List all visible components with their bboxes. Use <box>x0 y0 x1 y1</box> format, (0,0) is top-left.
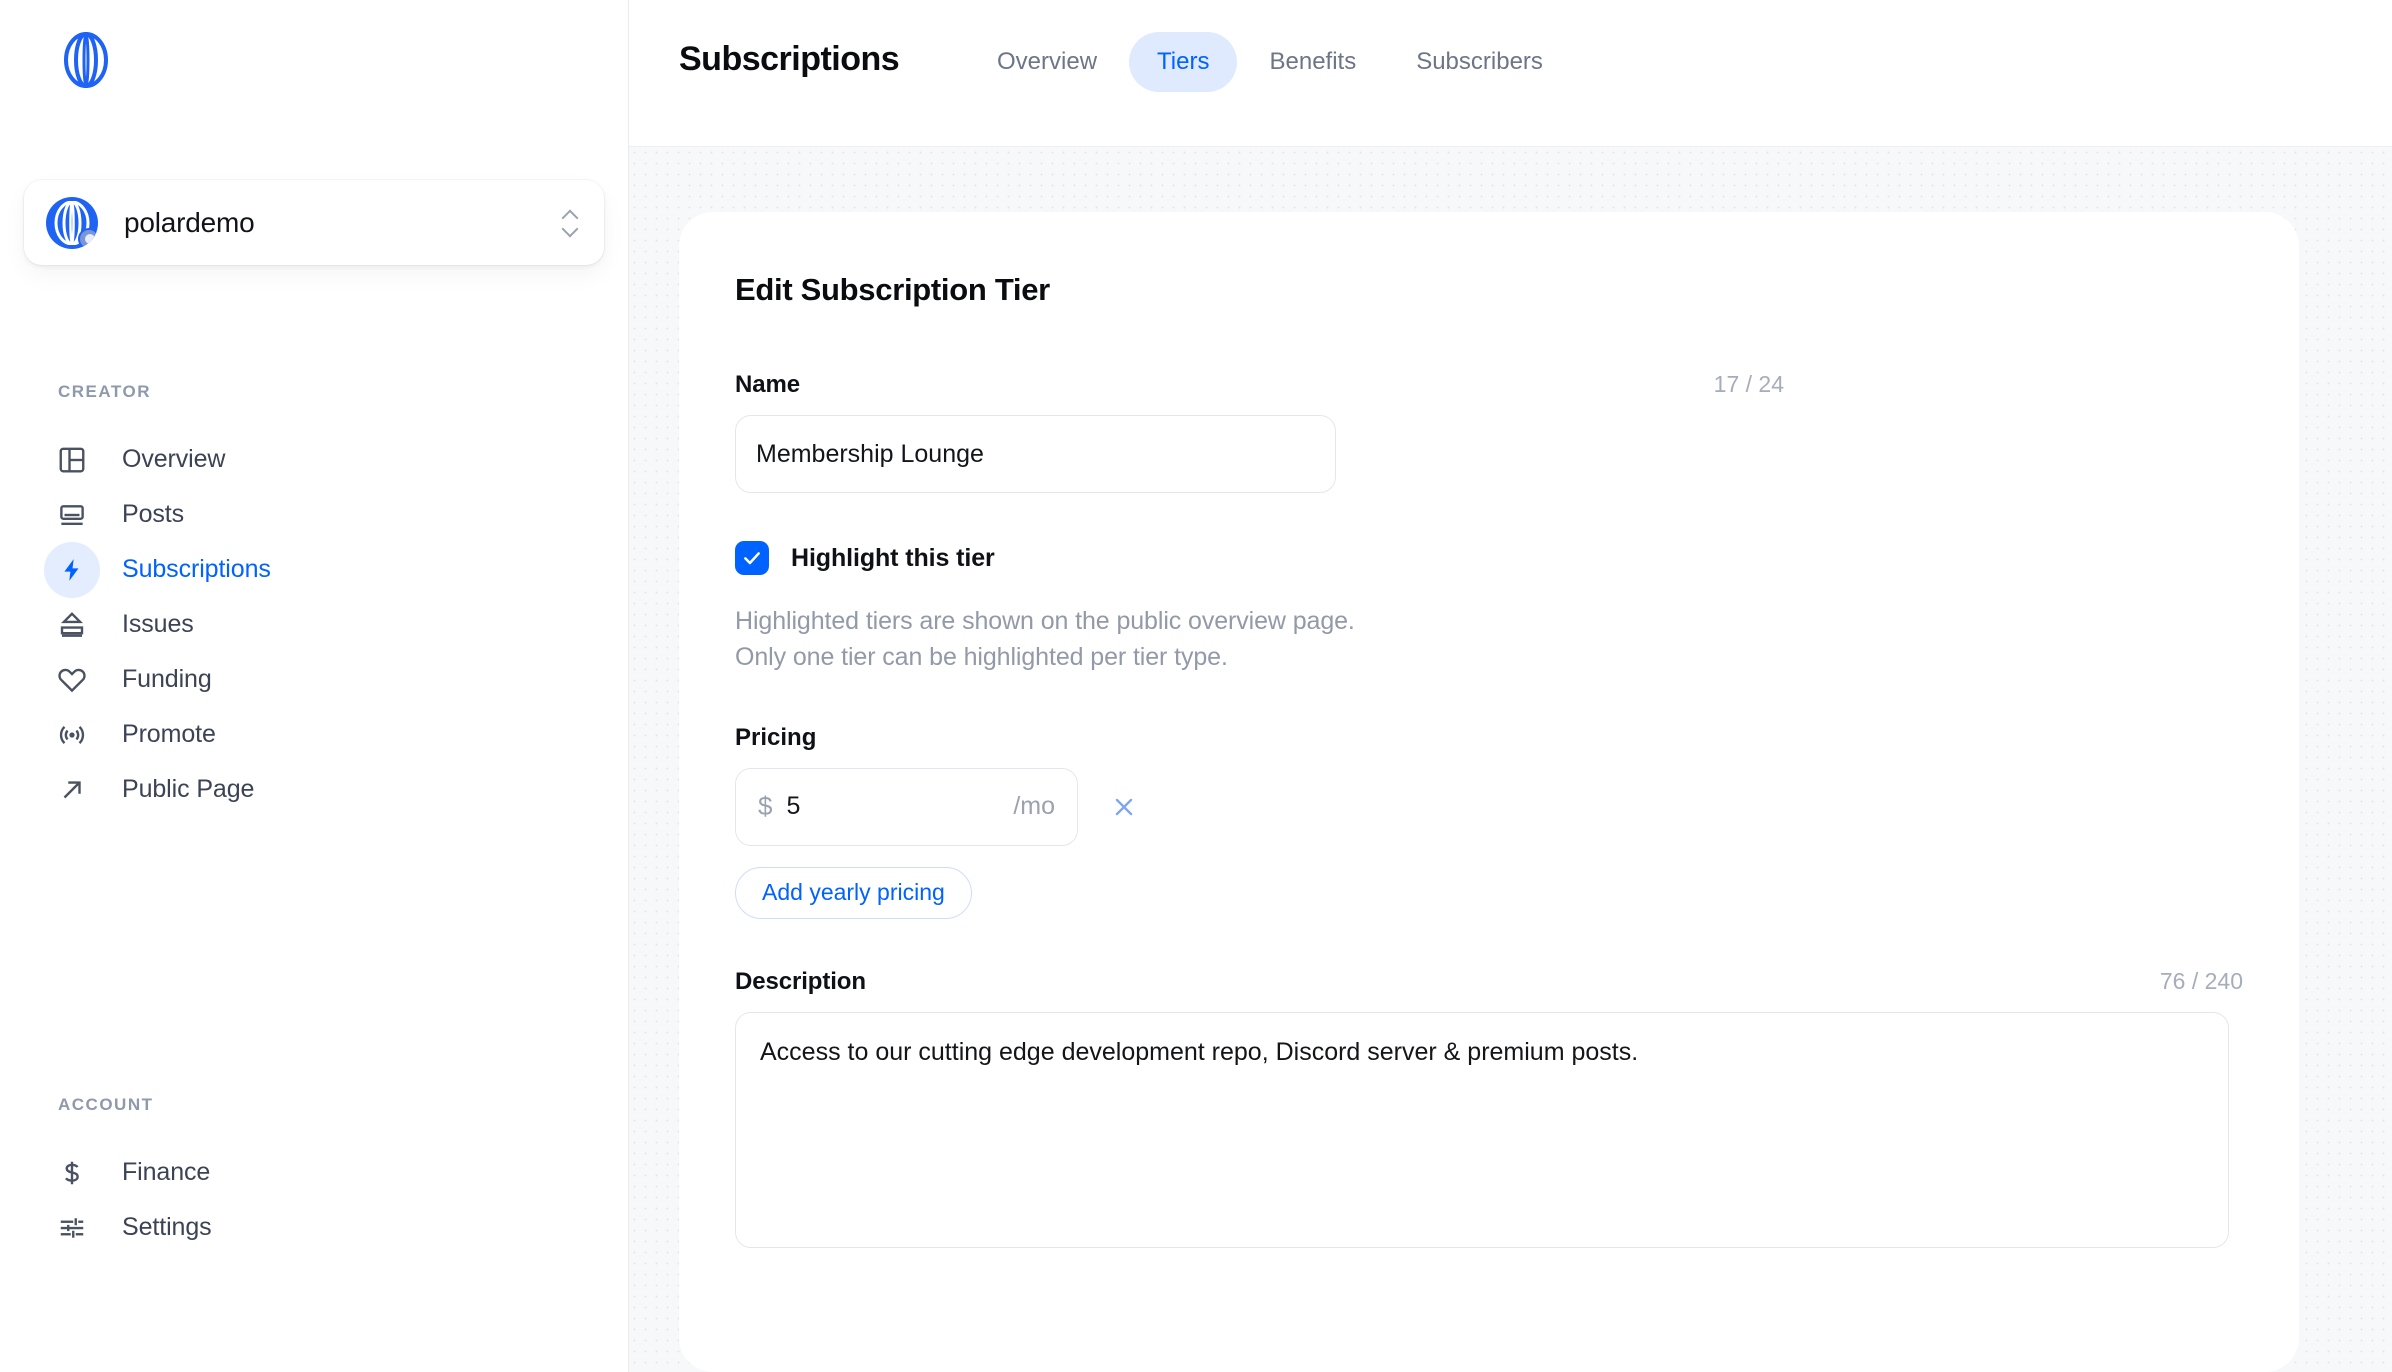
sidebar-section-label-creator: CREATOR <box>58 382 151 401</box>
price-interval: /mo <box>1013 792 1055 820</box>
org-switcher[interactable]: polardemo <box>24 180 604 265</box>
polar-logo-icon[interactable] <box>58 32 114 88</box>
sidebar-item-funding[interactable]: Funding <box>36 652 576 707</box>
sidebar-item-label: Issues <box>122 610 194 638</box>
description-counter: 76 / 240 <box>2159 967 2243 994</box>
tab-overview[interactable]: Overview <box>969 32 1125 92</box>
sidebar-item-finance[interactable]: Finance <box>36 1145 576 1200</box>
highlight-help: Highlighted tiers are shown on the publi… <box>735 603 2243 676</box>
sidebar-section-label-account: ACCOUNT <box>58 1095 154 1114</box>
sidebar-nav-account: Finance Settings <box>36 1145 576 1255</box>
remove-price-button[interactable] <box>1105 788 1143 826</box>
card-title: Edit Subscription Tier <box>735 272 1050 307</box>
sidebar: polardemo CREATOR Overview Posts Subscri… <box>0 0 629 1372</box>
description-field-header: Description 76 / 240 <box>735 968 2243 996</box>
sidebar-item-label: Posts <box>122 500 185 528</box>
description-label: Description <box>735 967 866 995</box>
sidebar-item-overview[interactable]: Overview <box>36 432 576 487</box>
description-block: Description 76 / 240 Access to our cutti… <box>735 968 2243 1253</box>
lightning-bolt-icon <box>44 541 100 598</box>
currency-symbol: $ <box>758 791 773 821</box>
close-x-icon <box>1115 798 1133 815</box>
sliders-icon <box>44 1200 100 1256</box>
edit-tier-card: Edit Subscription Tier Name 17 / 24 High… <box>679 212 2299 1372</box>
sidebar-item-label: Finance <box>122 1158 211 1186</box>
pricing-row: $ /mo <box>735 767 2243 846</box>
description-textarea[interactable]: Access to our cutting edge development r… <box>735 1011 2229 1248</box>
name-input[interactable] <box>735 415 1336 493</box>
sidebar-item-label: Settings <box>122 1213 212 1241</box>
tab-benefits[interactable]: Benefits <box>1241 32 1384 92</box>
sidebar-nav-creator: Overview Posts Subscriptions Issues Fund… <box>36 432 576 817</box>
highlight-checkbox[interactable] <box>735 541 769 575</box>
tab-bar: Overview Tiers Benefits Subscribers <box>969 32 1571 92</box>
sidebar-item-label: Promote <box>122 720 216 748</box>
content-area: Edit Subscription Tier Name 17 / 24 High… <box>629 147 2392 1372</box>
sidebar-item-posts[interactable]: Posts <box>36 487 576 542</box>
sidebar-item-issues[interactable]: Issues <box>36 597 576 652</box>
org-avatar-icon <box>46 196 98 249</box>
sidebar-item-label: Subscriptions <box>122 555 271 583</box>
sidebar-item-subscriptions[interactable]: Subscriptions <box>36 541 576 598</box>
name-counter: 17 / 24 <box>1713 371 1784 397</box>
sidebar-item-public-page[interactable]: Public Page <box>36 762 576 817</box>
sidebar-item-label: Public Page <box>122 775 255 803</box>
price-amount-input[interactable] <box>786 792 957 821</box>
highlight-label: Highlight this tier <box>791 543 995 572</box>
sidebar-item-label: Overview <box>122 445 226 473</box>
layout-dashboard-icon <box>44 432 100 488</box>
tab-subscribers[interactable]: Subscribers <box>1388 32 1571 92</box>
highlight-help-line-1: Highlighted tiers are shown on the publi… <box>735 607 1355 635</box>
sidebar-item-settings[interactable]: Settings <box>36 1200 576 1255</box>
issues-inbox-icon <box>44 597 100 653</box>
top-bar: Subscriptions Overview Tiers Benefits Su… <box>629 0 2392 147</box>
broadcast-icon <box>44 707 100 763</box>
sidebar-item-label: Funding <box>122 665 212 693</box>
add-yearly-pricing-button[interactable]: Add yearly pricing <box>735 866 972 919</box>
sidebar-item-promote[interactable]: Promote <box>36 707 576 762</box>
main-area: Subscriptions Overview Tiers Benefits Su… <box>629 0 2392 1372</box>
app-root: polardemo CREATOR Overview Posts Subscri… <box>0 0 2392 1372</box>
checkmark-icon <box>744 552 760 565</box>
org-name: polardemo <box>124 206 255 238</box>
github-badge-icon <box>78 227 98 249</box>
posts-icon <box>44 487 100 543</box>
price-input-group[interactable]: $ /mo <box>735 767 1078 846</box>
highlight-row: Highlight this tier <box>735 541 2243 575</box>
heart-icon <box>44 652 100 708</box>
pricing-label: Pricing <box>735 723 817 751</box>
page-title: Subscriptions <box>679 40 900 78</box>
arrow-up-right-icon <box>44 762 100 818</box>
dollar-sign-icon <box>44 1145 100 1201</box>
name-label: Name <box>735 371 800 398</box>
chevron-up-down-icon <box>562 211 578 234</box>
highlight-help-line-2: Only one tier can be highlighted per tie… <box>735 643 1228 672</box>
name-field-header: Name 17 / 24 <box>735 371 2243 399</box>
tab-tiers[interactable]: Tiers <box>1129 32 1238 92</box>
